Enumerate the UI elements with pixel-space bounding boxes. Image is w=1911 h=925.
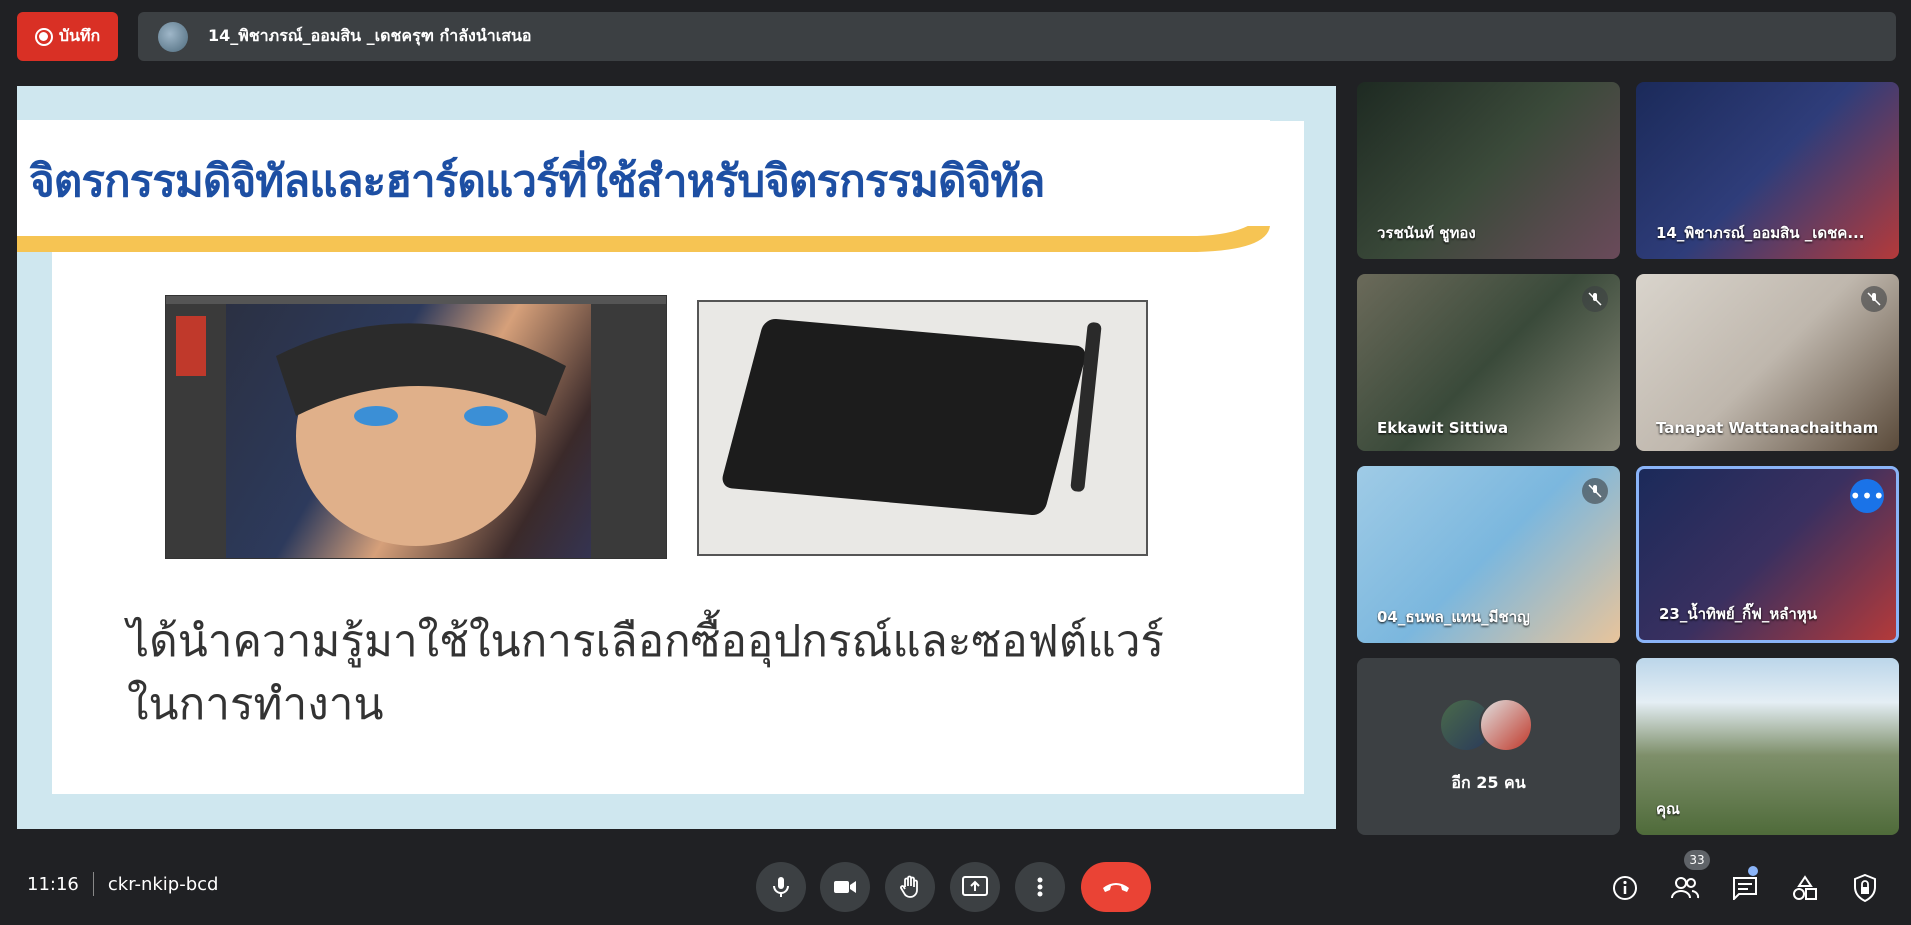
participant-name: Ekkawit Sittiwa <box>1377 419 1509 437</box>
camera-icon <box>834 881 856 893</box>
meeting-code: ckr-nkip-bcd <box>107 873 219 895</box>
presenter-text: 14_พิชาภรณ์_ออมสิน _เดชครุฑ กำลังนำเสนอ <box>208 26 532 45</box>
mic-button[interactable] <box>756 862 806 912</box>
chat-notification-dot <box>1748 866 1758 876</box>
activities-button[interactable] <box>1785 868 1825 908</box>
people-icon <box>1671 877 1700 899</box>
presenter-banner: 14_พิชาภรณ์_ออมสิน _เดชครุฑ กำลังนำเสนอ <box>138 12 1896 61</box>
raise-hand-button[interactable] <box>885 862 935 912</box>
present-button[interactable] <box>950 862 1000 912</box>
participant-name: 14_พิชาภรณ์_ออมสิน _เดชค... <box>1656 224 1865 242</box>
participant-name: 04_ธนพล_แทน_มีชาญ <box>1377 608 1530 626</box>
chat-button[interactable] <box>1725 868 1765 908</box>
mic-off-icon <box>1582 286 1608 312</box>
meeting-details-button[interactable] <box>1605 868 1645 908</box>
record-button[interactable]: บันทึก <box>17 12 118 61</box>
divider <box>92 872 94 896</box>
participant-tile[interactable]: วรชนันท์ ชูทอง <box>1357 82 1620 259</box>
slide-body-line-2: ในการทำงาน <box>127 679 384 730</box>
record-label: บันทึก <box>58 26 101 45</box>
hand-icon <box>900 875 918 898</box>
chat-icon <box>1733 877 1757 900</box>
participant-tile[interactable]: Ekkawit Sittiwa <box>1357 274 1620 451</box>
self-view-tile[interactable]: คุณ <box>1636 658 1899 835</box>
hangup-icon <box>1103 883 1129 892</box>
others-count-label: อีก 25 คน <box>1451 773 1526 792</box>
host-controls-icon <box>1854 874 1876 902</box>
meeting-info: 11:16 ckr-nkip-bcd <box>27 872 218 896</box>
mic-off-icon <box>1582 478 1608 504</box>
participant-tile[interactable]: 14_พิชาภรณ์_ออมสิน _เดชค... <box>1636 82 1899 259</box>
mic-icon <box>773 877 789 897</box>
presenter-avatar <box>158 21 188 52</box>
slide-title: จิตรกรรมดิจิทัลและฮาร์ดแวร์ที่ใช้สำหรับจ… <box>29 156 1045 207</box>
participant-name: Tanapat Wattanachaitham <box>1656 419 1879 437</box>
people-button[interactable] <box>1665 868 1705 908</box>
participant-name: คุณ <box>1656 800 1680 818</box>
digital-painting-screenshot <box>165 295 667 559</box>
activities-icon <box>1793 875 1817 900</box>
info-icon <box>1613 876 1637 900</box>
participant-name: วรชนันท์ ชูทอง <box>1377 224 1476 242</box>
participant-tile[interactable]: 04_ธนพล_แทน_มีชาญ <box>1357 466 1620 643</box>
record-icon <box>34 27 53 46</box>
slide-title-underline <box>17 226 1270 252</box>
participant-name: 23_น้ำทิพย์_กิ๊ฟ_หลำหุน <box>1659 605 1817 623</box>
leave-call-button[interactable] <box>1081 862 1151 912</box>
host-controls-button[interactable] <box>1845 868 1885 908</box>
drawing-tablet-photo <box>697 300 1148 556</box>
more-options-button[interactable] <box>1015 862 1065 912</box>
presentation-slide: จิตรกรรมดิจิทัลและฮาร์ดแวร์ที่ใช้สำหรับจ… <box>17 86 1336 829</box>
more-vert-icon <box>1037 877 1043 897</box>
participant-tile[interactable]: Tanapat Wattanachaitham <box>1636 274 1899 451</box>
camera-button[interactable] <box>820 862 870 912</box>
more-options-icon[interactable]: ••• <box>1849 479 1885 513</box>
present-icon <box>962 876 988 896</box>
slide-body-line-1: ได้นำความรู้มาใช้ในการเลือกซื้ออุปกรณ์แล… <box>127 616 1165 667</box>
participant-count-badge: 33 <box>1684 850 1710 870</box>
participant-avatar <box>1479 698 1533 752</box>
mic-off-icon <box>1861 286 1887 312</box>
others-tile[interactable]: อีก 25 คน <box>1357 658 1620 835</box>
clock: 11:16 <box>27 873 79 895</box>
participant-tile-active-speaker[interactable]: ••• 23_น้ำทิพย์_กิ๊ฟ_หลำหุน <box>1636 466 1899 643</box>
